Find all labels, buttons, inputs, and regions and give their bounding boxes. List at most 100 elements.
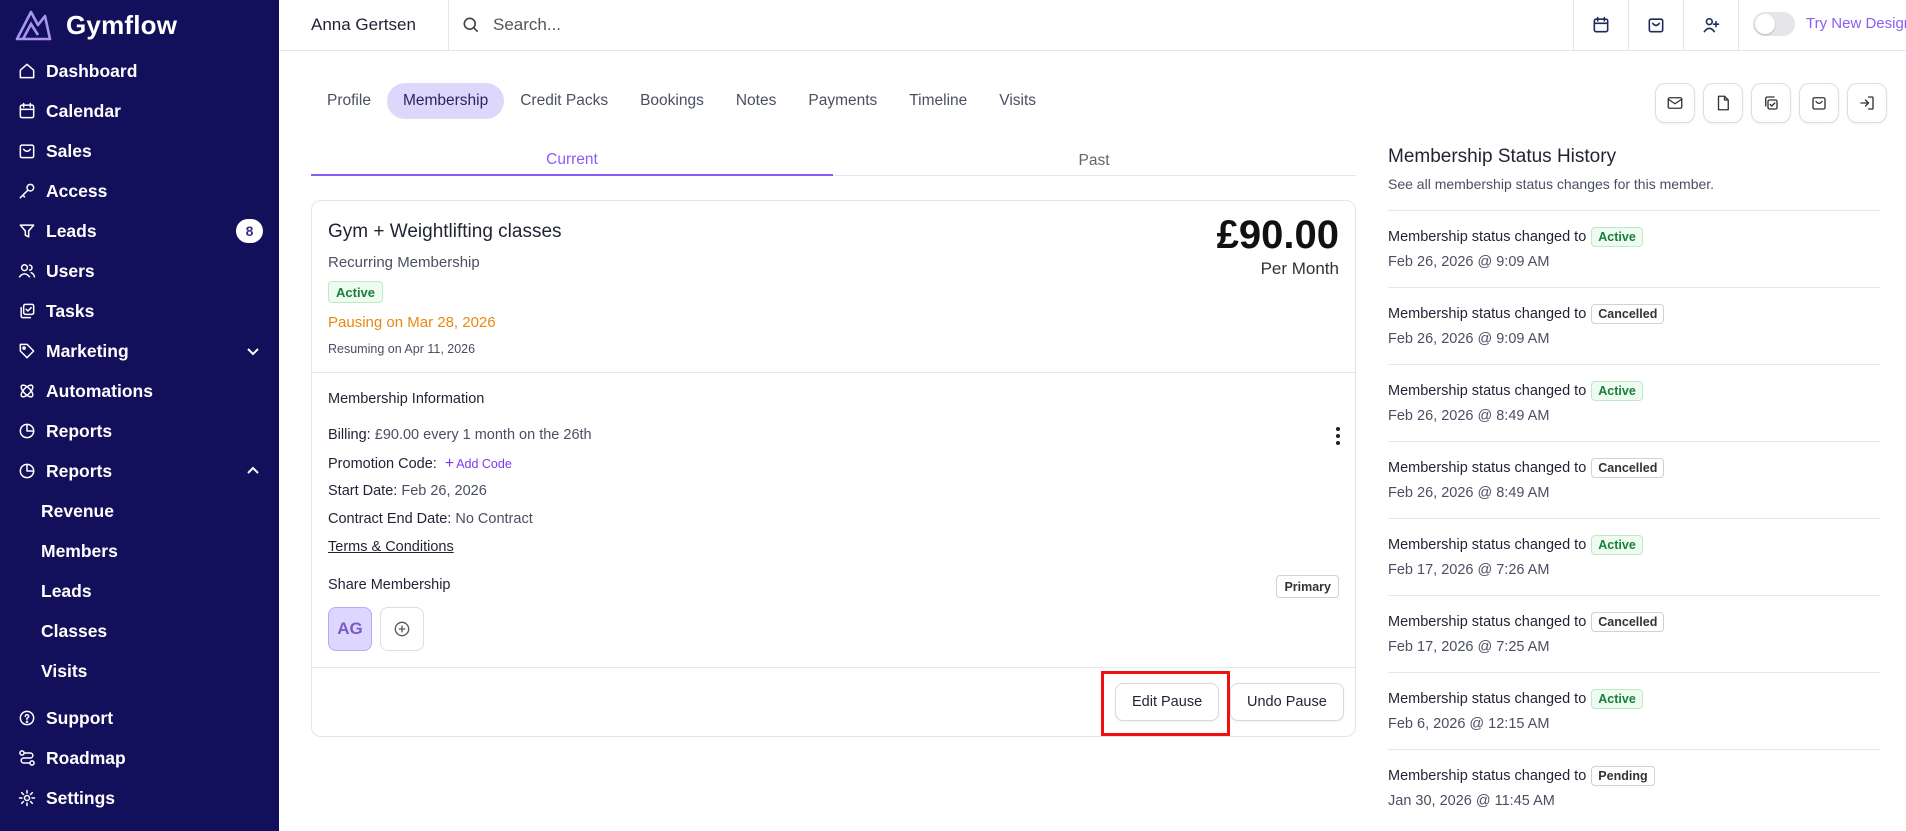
subtab-past[interactable]: Past bbox=[833, 146, 1355, 176]
plus-icon: + bbox=[444, 455, 455, 472]
check-in-button[interactable] bbox=[1847, 83, 1887, 123]
sidebar-item-sales[interactable]: Sales bbox=[0, 133, 279, 169]
start-date-label: Start Date: bbox=[328, 483, 398, 499]
history-date: Feb 17, 2026 @ 7:25 AM bbox=[1388, 639, 1550, 655]
tab-credit-packs[interactable]: Credit Packs bbox=[504, 83, 624, 119]
calendar-icon bbox=[1593, 16, 1609, 33]
history-description: See all membership status changes for th… bbox=[1388, 176, 1715, 192]
history-title: Membership Status History bbox=[1388, 146, 1617, 167]
sidebar-item-roadmap[interactable]: Roadmap bbox=[0, 740, 279, 776]
sidebar-item-label: Sales bbox=[46, 140, 92, 161]
member-tabs: Profile Membership Credit Packs Bookings… bbox=[311, 83, 1052, 119]
share-membership-heading: Share Membership bbox=[328, 577, 451, 593]
email-button[interactable] bbox=[1655, 83, 1695, 123]
sidebar-item-support[interactable]: Support bbox=[0, 700, 279, 736]
key-icon bbox=[16, 180, 38, 202]
membership-type: Recurring Membership bbox=[328, 254, 480, 271]
sidebar-item-leads[interactable]: Leads 8 bbox=[0, 213, 279, 249]
document-icon bbox=[1717, 95, 1729, 111]
list-item: Membership status changed to Cancelled Fe… bbox=[1388, 595, 1880, 672]
history-prefix: Membership status changed to bbox=[1388, 460, 1587, 476]
copy-button[interactable] bbox=[1751, 83, 1791, 123]
status-badge: Active bbox=[328, 281, 384, 303]
add-user-button[interactable] bbox=[1684, 0, 1739, 50]
history-date: Feb 26, 2026 @ 8:49 AM bbox=[1388, 408, 1550, 424]
sidebar-subitem-members[interactable]: Members bbox=[41, 536, 118, 566]
sidebar-subitem-visits[interactable]: Visits bbox=[41, 656, 87, 686]
tab-visits[interactable]: Visits bbox=[983, 83, 1052, 119]
chevron-up-icon[interactable] bbox=[245, 463, 261, 479]
membership-price: £90.00 bbox=[1216, 213, 1339, 257]
help-icon bbox=[16, 707, 38, 729]
calendar-button[interactable] bbox=[1574, 0, 1629, 50]
sidebar-item-settings[interactable]: Settings bbox=[0, 780, 279, 816]
sidebar-subitem-leads[interactable]: Leads bbox=[41, 576, 92, 606]
history-date: Feb 17, 2026 @ 7:26 AM bbox=[1388, 562, 1550, 578]
sidebar-item-label: Reports bbox=[46, 460, 113, 481]
chevron-down-icon[interactable] bbox=[245, 343, 261, 359]
sidebar-subitem-revenue[interactable]: Revenue bbox=[41, 496, 114, 526]
sidebar-item-tasks[interactable]: Tasks bbox=[0, 293, 279, 329]
history-prefix: Membership status changed to bbox=[1388, 229, 1587, 245]
sidebar-item-users[interactable]: Users bbox=[0, 253, 279, 289]
undo-pause-button[interactable]: Undo Pause bbox=[1230, 683, 1344, 721]
contract-end-row: Contract End Date: No Contract bbox=[328, 511, 533, 527]
terms-link[interactable]: Terms & Conditions bbox=[328, 539, 454, 555]
avatar[interactable]: AG bbox=[328, 607, 372, 651]
new-design-toggle[interactable] bbox=[1753, 12, 1795, 36]
sidebar-subitem-classes[interactable]: Classes bbox=[41, 616, 107, 646]
status-badge: Cancelled bbox=[1591, 612, 1665, 632]
document-button[interactable] bbox=[1703, 83, 1743, 123]
more-options-icon[interactable] bbox=[1335, 427, 1341, 445]
list-item: Membership status changed to Pending Jan … bbox=[1388, 749, 1880, 826]
list-item: Membership status changed to Active Feb 6… bbox=[1388, 672, 1880, 749]
tag-icon bbox=[16, 340, 38, 362]
app-name: Gymflow bbox=[66, 9, 178, 40]
member-actions bbox=[1655, 83, 1895, 123]
add-share-button[interactable] bbox=[380, 607, 424, 651]
sidebar-item-automations[interactable]: Automations bbox=[0, 373, 279, 409]
sidebar-item-access[interactable]: Access bbox=[0, 173, 279, 209]
highlight-box bbox=[1101, 671, 1230, 736]
status-badge: Active bbox=[1591, 689, 1643, 709]
sidebar-item-reports[interactable]: Reports bbox=[0, 413, 279, 449]
history-prefix: Membership status changed to bbox=[1388, 306, 1587, 322]
sidebar-item-label: Leads bbox=[46, 220, 97, 241]
sale-button[interactable] bbox=[1799, 83, 1839, 123]
shop-button[interactable] bbox=[1629, 0, 1684, 50]
logo[interactable]: Gymflow bbox=[14, 6, 177, 44]
tab-bookings[interactable]: Bookings bbox=[624, 83, 720, 119]
sidebar-item-label: Calendar bbox=[46, 100, 121, 121]
list-item: Membership status changed to Cancelled Fe… bbox=[1388, 287, 1880, 364]
tab-payments[interactable]: Payments bbox=[792, 83, 893, 119]
sidebar-item-label: Tasks bbox=[46, 300, 95, 321]
search-bar[interactable] bbox=[448, 0, 1574, 50]
try-new-design-label[interactable]: Try New Design bbox=[1806, 0, 1906, 46]
roadmap-icon bbox=[16, 747, 38, 769]
membership-subtabs: Current Past bbox=[311, 146, 1356, 176]
tab-membership[interactable]: Membership bbox=[386, 83, 505, 119]
tab-notes[interactable]: Notes bbox=[720, 83, 793, 119]
sidebar-item-marketing[interactable]: Marketing bbox=[0, 333, 279, 369]
tab-timeline[interactable]: Timeline bbox=[893, 83, 983, 119]
mail-icon bbox=[1667, 97, 1683, 109]
bag-icon bbox=[16, 140, 38, 162]
sidebar-item-label: Support bbox=[46, 707, 114, 728]
sidebar-item-reports-expanded[interactable]: Reports bbox=[0, 453, 279, 489]
tab-profile[interactable]: Profile bbox=[311, 83, 387, 119]
add-code-link[interactable]: + Add Code bbox=[441, 455, 512, 472]
member-name: Anna Gertsen bbox=[311, 15, 416, 34]
subtab-current[interactable]: Current bbox=[311, 146, 833, 176]
start-date-row: Start Date: Feb 26, 2026 bbox=[328, 483, 487, 499]
home-icon bbox=[16, 60, 38, 82]
status-history-panel: Membership Status History See all member… bbox=[1388, 146, 1880, 809]
sidebar: Gymflow Dashboard Calendar Sales Access … bbox=[0, 0, 279, 831]
add-code-label: Add Code bbox=[456, 457, 512, 471]
sidebar-item-dashboard[interactable]: Dashboard bbox=[0, 53, 279, 89]
sidebar-item-calendar[interactable]: Calendar bbox=[0, 93, 279, 129]
sign-in-icon bbox=[1860, 96, 1874, 110]
search-icon bbox=[463, 17, 479, 33]
sidebar-item-label: Marketing bbox=[46, 340, 129, 361]
search-input[interactable] bbox=[493, 15, 1293, 35]
sidebar-item-label: Automations bbox=[46, 380, 153, 401]
